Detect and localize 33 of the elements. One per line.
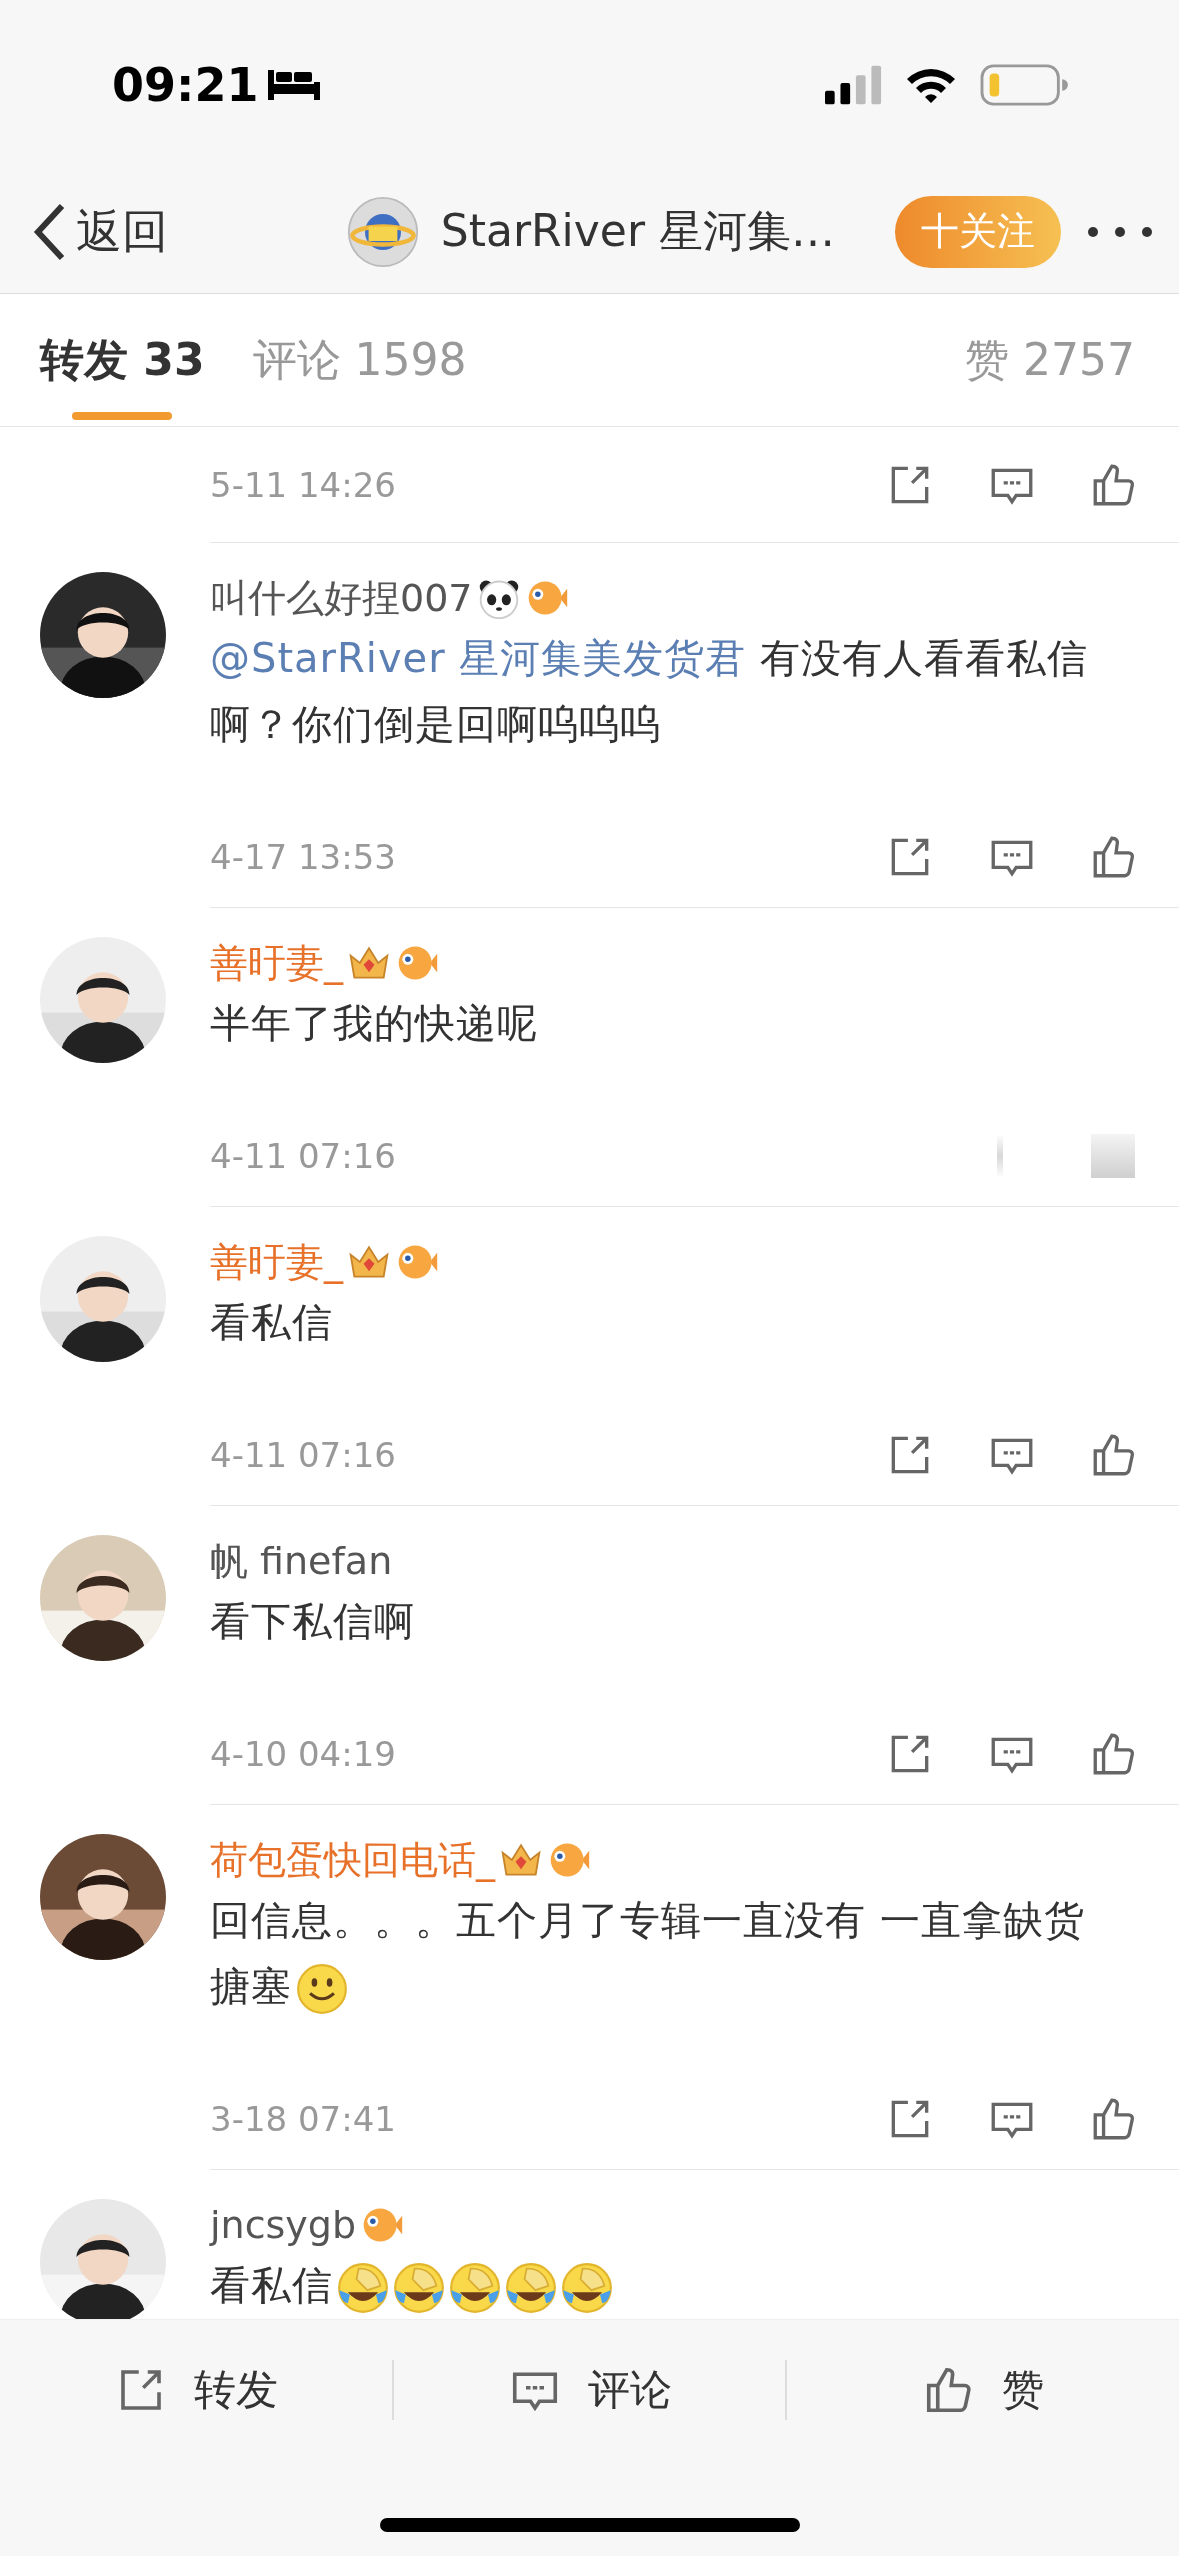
user-name[interactable]: jncsygb <box>210 2203 357 2247</box>
timestamp: 4-11 07:16 <box>210 1136 396 1176</box>
laughing-emoji-icon <box>561 2262 613 2314</box>
bed-icon <box>268 70 321 100</box>
comment-text: 回信息。。。五个月了专辑一直没有 一直拿缺货搪塞 <box>210 1887 1179 2019</box>
like-button[interactable]: 赞 <box>787 2320 1179 2460</box>
comment-button[interactable]: 评论 <box>393 2320 786 2460</box>
battery-icon <box>979 64 1069 106</box>
smile-emoji-icon <box>296 1963 348 2015</box>
user-name[interactable]: 叫什么好捏007 <box>210 572 473 624</box>
laughing-emoji-icon <box>393 2262 445 2314</box>
timestamp: 4-10 04:19 <box>210 1734 396 1774</box>
back-button[interactable]: 返回 <box>30 200 168 263</box>
tab[interactable]: 转发 33 <box>40 294 205 426</box>
account-title: StarRiver 星河集… <box>440 204 835 258</box>
comment-text: 看下私信啊 <box>210 1597 416 1646</box>
timestamp: 3-18 07:41 <box>210 2099 396 2139</box>
laughing-emoji-icon <box>449 2262 501 2314</box>
comment-text: @StarRiver 星河集美发货君 有没有人看看私信啊？你们倒是回啊呜呜呜 <box>210 634 1090 749</box>
timestamp: 4-11 07:16 <box>210 1435 396 1475</box>
share-button[interactable]: 转发 <box>0 2320 392 2460</box>
timestamp: 4-17 13:53 <box>210 837 396 877</box>
laughing-emoji-icon <box>505 2262 557 2314</box>
timestamp: 5-11 14:26 <box>210 464 396 505</box>
status-time: 09:21 <box>112 58 259 112</box>
user-name[interactable]: 帆 finefan <box>210 1535 393 1587</box>
comment-text: 看私信 <box>210 2252 1179 2318</box>
planet-logo-icon <box>346 195 419 268</box>
comment-text: 半年了我的快递呢 <box>210 999 539 1048</box>
laughing-emoji-icon <box>337 2262 389 2314</box>
faded-mark <box>1091 1134 1135 1178</box>
signal-icon <box>825 65 883 105</box>
comment-text: 看私信 <box>210 1298 334 1347</box>
